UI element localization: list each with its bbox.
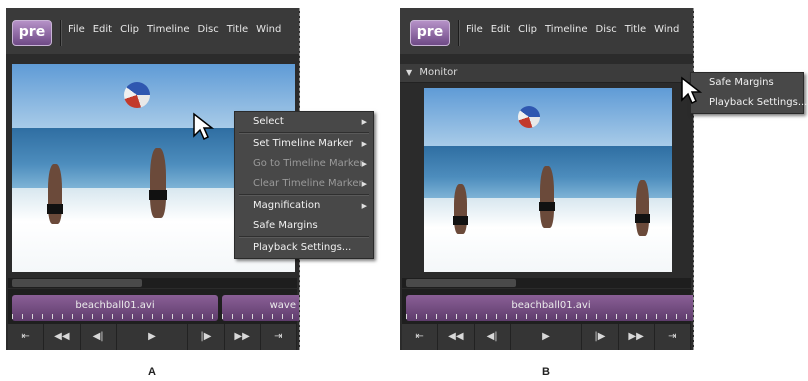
clip-label: beachball01.avi xyxy=(75,300,155,311)
fast-forward-button[interactable]: ▶▶ xyxy=(619,324,655,350)
menu-edit[interactable]: Edit xyxy=(491,24,510,35)
caption-b: B xyxy=(542,366,550,378)
menu-goto-timeline-marker: Go to Timeline Marker ▶ xyxy=(235,154,373,174)
menu-edit[interactable]: Edit xyxy=(93,24,112,35)
step-forward-button[interactable]: |▶ xyxy=(582,324,619,350)
menu-playback-settings[interactable]: Playback Settings... xyxy=(235,238,373,258)
menu-magnification[interactable]: Magnification ▶ xyxy=(235,196,373,216)
clip-beachball[interactable]: beachball01.avi xyxy=(406,295,693,321)
child-center xyxy=(540,166,554,228)
submenu-arrow-icon: ▶ xyxy=(361,160,367,168)
scrollbar-thumb[interactable] xyxy=(12,279,142,287)
menu-disc[interactable]: Disc xyxy=(198,24,219,35)
step-back-button[interactable]: ◀| xyxy=(475,324,511,350)
submenu-arrow-icon: ▶ xyxy=(361,180,367,188)
menu-clip[interactable]: Clip xyxy=(518,24,537,35)
menu-file[interactable]: File xyxy=(68,24,85,35)
clip-ticks xyxy=(12,314,218,319)
play-button[interactable]: ▶ xyxy=(511,324,583,350)
submenu-arrow-icon: ▶ xyxy=(361,118,367,126)
menu-bar: pre File Edit Clip Timeline Disc Title W… xyxy=(400,8,693,54)
menu-select-label: Select xyxy=(253,116,284,127)
child-right xyxy=(636,180,649,236)
menu-disc[interactable]: Disc xyxy=(596,24,617,35)
clip-wave[interactable]: wave xyxy=(222,295,299,321)
menu-items: File Edit Clip Timeline Disc Title Wind xyxy=(68,24,281,35)
monitor-header[interactable]: ▼ Monitor xyxy=(400,64,693,83)
context-menu-b: Safe Margins Playback Settings... xyxy=(690,72,807,114)
menu-separator xyxy=(60,20,62,46)
menu-goto-marker-label: Go to Timeline Marker xyxy=(253,158,364,169)
child-center-shorts xyxy=(539,202,555,211)
goto-start-button[interactable]: ⇤ xyxy=(402,324,439,350)
clip-beachball[interactable]: beachball01.avi xyxy=(12,295,218,321)
step-back-button[interactable]: ◀| xyxy=(81,324,117,350)
rewind-button[interactable]: ◀◀ xyxy=(438,324,475,350)
timeline-track: beachball01.avi xyxy=(402,289,693,329)
menu-clear-marker-label: Clear Timeline Marker xyxy=(253,178,363,189)
transport-controls: ⇤ ◀◀ ◀| ▶ |▶ ▶▶ ⇥ xyxy=(8,324,297,350)
goto-end-button[interactable]: ⇥ xyxy=(655,324,691,350)
caption-a: A xyxy=(148,366,156,378)
context-menu-a: Select ▶ Set Timeline Marker ▶ Go to Timel… xyxy=(234,111,374,259)
app-logo: pre xyxy=(12,20,52,46)
menu-select[interactable]: Select ▶ xyxy=(235,112,373,132)
rewind-button[interactable]: ◀◀ xyxy=(44,324,81,350)
menu-window[interactable]: Wind xyxy=(256,24,281,35)
menu-title[interactable]: Title xyxy=(227,24,248,35)
menu-safe-margins[interactable]: Safe Margins xyxy=(235,216,373,236)
child-left xyxy=(454,184,467,234)
menu-window[interactable]: Wind xyxy=(654,24,679,35)
sky xyxy=(424,88,672,146)
timeline-scrollbar[interactable] xyxy=(8,278,297,288)
menu-title[interactable]: Title xyxy=(625,24,646,35)
clip-ticks xyxy=(222,314,299,319)
submenu-arrow-icon: ▶ xyxy=(361,140,367,148)
transport-controls: ⇤ ◀◀ ◀| ▶ |▶ ▶▶ ⇥ xyxy=(402,324,691,350)
menu-magnification-label: Magnification xyxy=(253,200,321,211)
child-left-shorts xyxy=(47,204,63,214)
clip-ticks xyxy=(406,314,693,319)
clip-label: beachball01.avi xyxy=(511,300,591,311)
collapse-triangle-icon[interactable]: ▼ xyxy=(406,68,412,77)
menu-set-timeline-marker[interactable]: Set Timeline Marker ▶ xyxy=(235,134,373,154)
submenu-arrow-icon: ▶ xyxy=(361,202,367,210)
step-forward-button[interactable]: |▶ xyxy=(188,324,225,350)
menu-safe-margins[interactable]: Safe Margins xyxy=(691,73,803,93)
menu-clear-timeline-marker: Clear Timeline Marker ▶ xyxy=(235,174,373,194)
app-logo: pre xyxy=(410,20,450,46)
menu-bar: pre File Edit Clip Timeline Disc Title W… xyxy=(6,8,299,54)
menu-items: File Edit Clip Timeline Disc Title Wind xyxy=(466,24,679,35)
menu-timeline[interactable]: Timeline xyxy=(545,24,588,35)
child-left-shorts xyxy=(453,216,468,225)
goto-start-button[interactable]: ⇤ xyxy=(8,324,45,350)
menu-set-marker-label: Set Timeline Marker xyxy=(253,138,353,149)
menu-file[interactable]: File xyxy=(466,24,483,35)
timeline-scrollbar[interactable] xyxy=(402,278,691,288)
monitor-title: Monitor xyxy=(419,67,458,78)
timeline-track: beachball01.avi wave xyxy=(8,289,299,329)
scrollbar-thumb[interactable] xyxy=(406,279,516,287)
beach-ball xyxy=(124,82,150,108)
goto-end-button[interactable]: ⇥ xyxy=(261,324,297,350)
child-left xyxy=(48,164,62,224)
mouse-pointer-icon xyxy=(193,112,214,141)
child-center-shorts xyxy=(149,190,167,200)
menu-timeline[interactable]: Timeline xyxy=(147,24,190,35)
menu-playback-settings[interactable]: Playback Settings... xyxy=(691,93,807,113)
play-button[interactable]: ▶ xyxy=(117,324,189,350)
menu-clip[interactable]: Clip xyxy=(120,24,139,35)
child-center xyxy=(150,148,166,218)
beach-ball xyxy=(518,106,540,128)
mouse-pointer-icon xyxy=(681,76,702,105)
menu-separator xyxy=(458,20,460,46)
fast-forward-button[interactable]: ▶▶ xyxy=(225,324,261,350)
monitor-viewer[interactable] xyxy=(424,88,672,272)
panel-b: pre File Edit Clip Timeline Disc Title W… xyxy=(400,8,694,350)
child-right-shorts xyxy=(635,214,650,223)
